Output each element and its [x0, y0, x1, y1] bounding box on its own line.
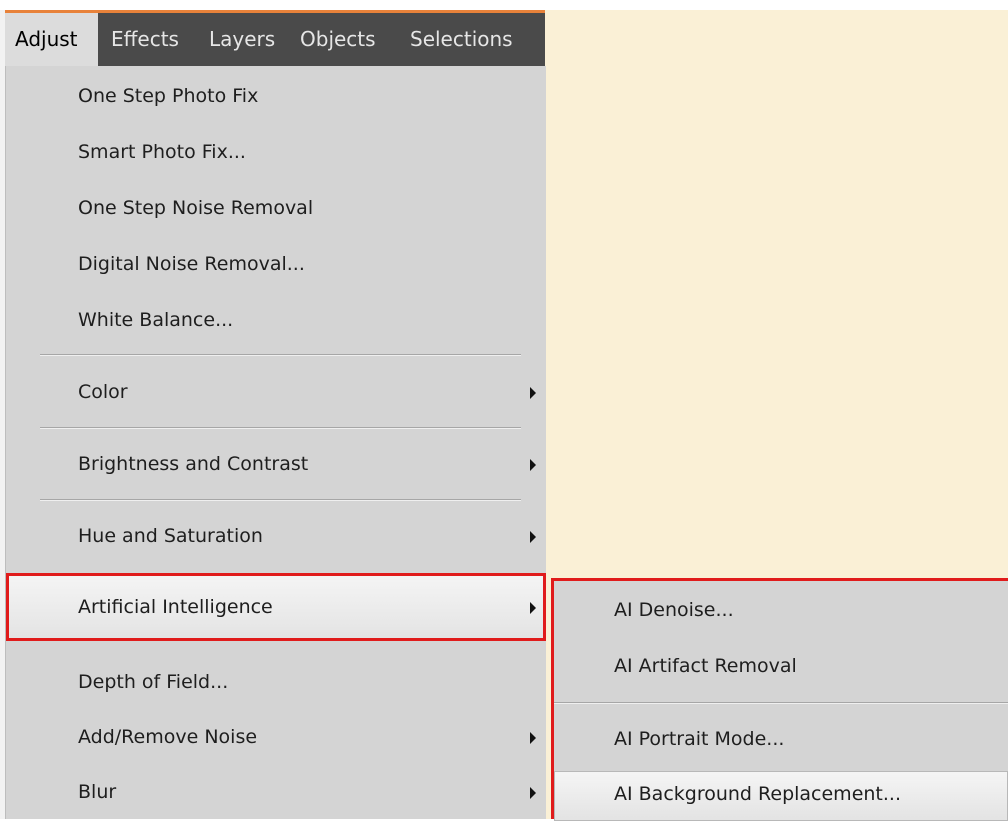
menu-separator — [40, 499, 521, 501]
menu-item-label: Brightness and Contrast — [78, 453, 309, 475]
menu-item-label: Color — [78, 381, 128, 403]
menu-adjust[interactable]: Adjust — [5, 13, 98, 66]
menu-item-one-step-noise-removal[interactable]: One Step Noise Removal — [6, 183, 546, 235]
menu-effects[interactable]: Effects — [111, 27, 179, 51]
submenu-item-ai-portrait-mode[interactable]: AI Portrait Mode... — [554, 716, 1008, 766]
submenu-arrow-icon — [530, 732, 536, 744]
menu-item-label: Smart Photo Fix... — [78, 141, 246, 163]
submenu-item-ai-artifact-removal[interactable]: AI Artifact Removal — [554, 643, 1008, 693]
menu-item-label: One Step Noise Removal — [78, 197, 314, 219]
menu-item-label: White Balance... — [78, 309, 234, 331]
menu-item-label: One Step Photo Fix — [78, 85, 259, 107]
menu-item-label: Depth of Field... — [78, 671, 229, 693]
submenu-arrow-icon — [530, 387, 536, 399]
submenu-item-label: AI Denoise... — [614, 599, 734, 621]
menu-item-one-step-photo-fix[interactable]: One Step Photo Fix — [6, 71, 546, 123]
menu-separator — [40, 354, 521, 356]
menu-item-depth-of-field[interactable]: Depth of Field... — [6, 657, 546, 709]
menu-selections[interactable]: Selections — [410, 27, 513, 51]
submenu-arrow-icon — [530, 602, 536, 614]
submenu-item-label: AI Portrait Mode... — [614, 728, 785, 750]
menu-item-white-balance[interactable]: White Balance... — [6, 295, 546, 347]
menu-item-label: Add/Remove Noise — [78, 726, 258, 748]
menu-item-artificial-intelligence[interactable]: Artificial Intelligence — [6, 573, 546, 641]
submenu-item-ai-denoise[interactable]: AI Denoise... — [554, 587, 1008, 637]
submenu-item-label: AI Artifact Removal — [614, 655, 797, 677]
submenu-item-label: AI Background Replacement... — [614, 783, 901, 805]
adjust-dropdown-menu: One Step Photo Fix Smart Photo Fix... On… — [5, 66, 546, 819]
menu-item-blur[interactable]: Blur — [6, 767, 546, 819]
menu-item-digital-noise-removal[interactable]: Digital Noise Removal... — [6, 239, 546, 291]
menu-item-add-remove-noise[interactable]: Add/Remove Noise — [6, 712, 546, 764]
menu-item-hue-saturation[interactable]: Hue and Saturation — [6, 511, 546, 563]
menu-item-label: Artificial Intelligence — [78, 596, 273, 618]
menu-separator — [40, 427, 521, 429]
menu-bar: Adjust Effects Layers Objects Selections — [5, 10, 545, 66]
menu-item-color[interactable]: Color — [6, 367, 546, 419]
submenu-arrow-icon — [530, 459, 536, 471]
submenu-item-ai-background-replacement[interactable]: AI Background Replacement... — [554, 771, 1008, 821]
menu-item-label: Digital Noise Removal... — [78, 253, 305, 275]
menu-item-smart-photo-fix[interactable]: Smart Photo Fix... — [6, 127, 546, 179]
submenu-arrow-icon — [530, 531, 536, 543]
menu-item-label: Hue and Saturation — [78, 525, 263, 547]
ai-submenu: AI Denoise... AI Artifact Removal AI Por… — [551, 578, 1008, 821]
menu-item-brightness-contrast[interactable]: Brightness and Contrast — [6, 439, 546, 491]
menu-item-label: Blur — [78, 781, 117, 803]
submenu-separator — [554, 702, 1008, 704]
menu-layers[interactable]: Layers — [209, 27, 275, 51]
submenu-arrow-icon — [530, 787, 536, 799]
menu-objects[interactable]: Objects — [300, 27, 376, 51]
